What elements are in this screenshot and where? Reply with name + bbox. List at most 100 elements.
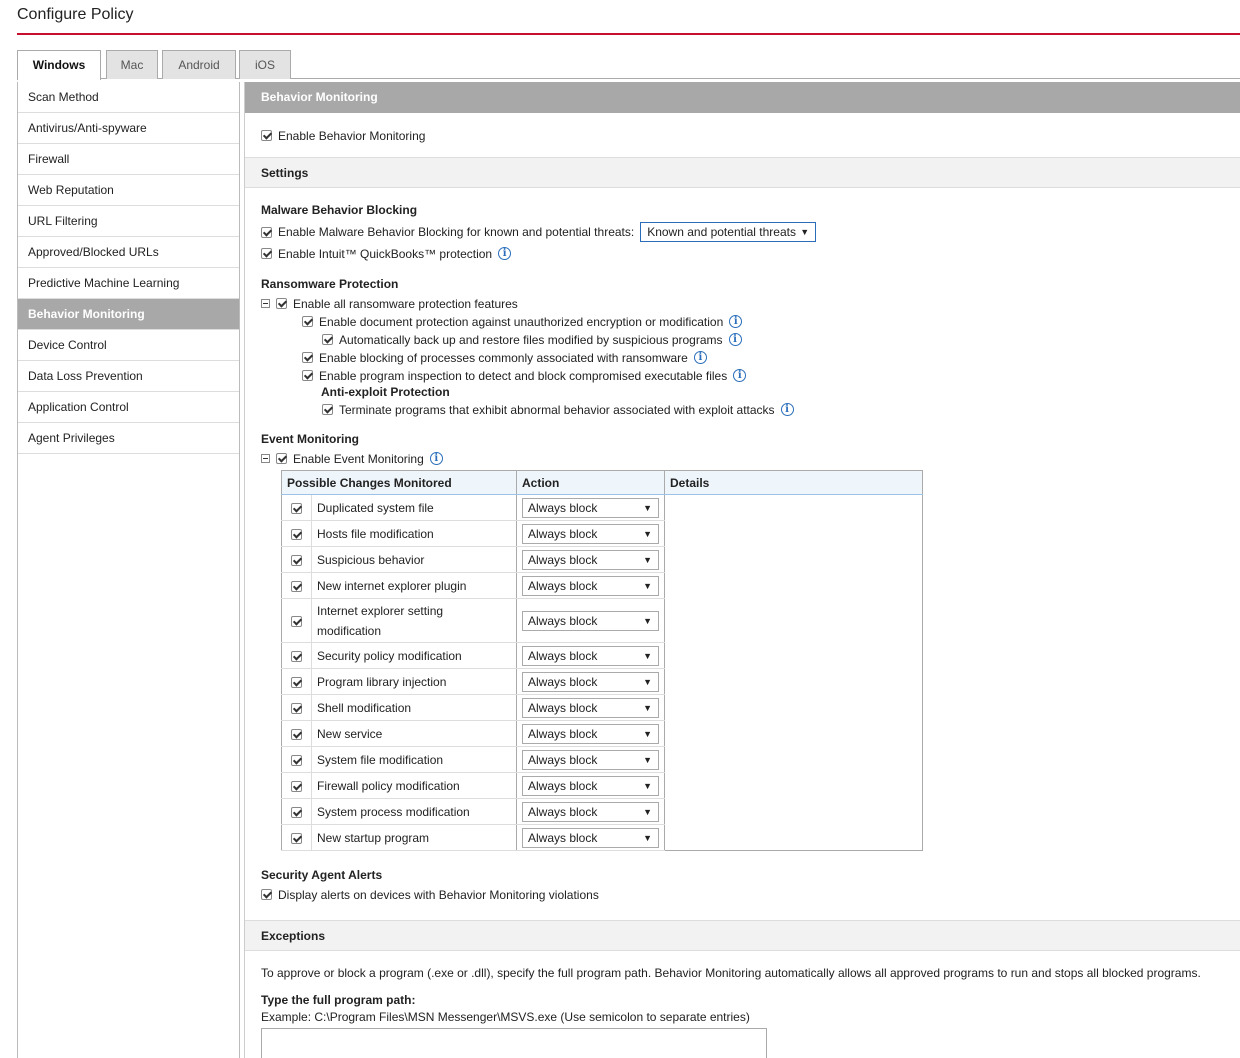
info-icon[interactable]: i [498,247,512,261]
chevron-down-icon: ▼ [643,754,652,765]
sidebar-item-approved-blocked-urls[interactable]: Approved/Blocked URLs [18,237,239,268]
chevron-down-icon: ▼ [643,728,652,739]
platform-tabs: Windows Mac Android iOS [17,50,1240,80]
sidebar-item-agent-privileges[interactable]: Agent Privileges [18,423,239,454]
sidebar-item-url-filtering[interactable]: URL Filtering [18,206,239,237]
action-select[interactable]: Always block ▼ [522,671,659,692]
backup-restore-label: Automatically back up and restore files … [339,332,723,347]
info-icon[interactable]: i [693,351,707,365]
sidebar-item-data-loss-prevention[interactable]: Data Loss Prevention [18,361,239,392]
page-title: Configure Policy [17,6,134,23]
row-checkbox[interactable] [291,554,302,566]
malware-blocking-label: Enable Malware Behavior Blocking for kno… [278,225,635,239]
row-checkbox[interactable] [291,650,302,662]
row-checkbox[interactable] [291,754,302,766]
chevron-down-icon: ▼ [643,580,652,591]
action-select[interactable]: Always block ▼ [522,610,659,631]
action-select-value: Always block [528,526,598,541]
row-checkbox[interactable] [291,780,302,792]
row-checkbox[interactable] [291,702,302,714]
event-monitoring-title: Event Monitoring [261,432,359,446]
ransomware-title: Ransomware Protection [261,277,399,291]
sidebar-item-web-reputation[interactable]: Web Reputation [18,175,239,206]
sidebar-item-predictive-ml[interactable]: Predictive Machine Learning [18,268,239,299]
chevron-down-icon: ▼ [643,702,652,713]
sidebar-item-device-control[interactable]: Device Control [18,330,239,361]
column-header-action: Action [516,470,665,495]
action-select[interactable]: Always block ▼ [522,697,659,718]
quickbooks-checkbox[interactable] [261,248,272,260]
malware-blocking-checkbox[interactable] [261,226,272,238]
enable-behavior-monitoring-label: Enable Behavior Monitoring [278,128,426,143]
row-checkbox[interactable] [291,728,302,740]
block-processes-label: Enable blocking of processes commonly as… [319,350,688,365]
program-inspection-checkbox[interactable] [302,370,313,382]
sidebar-item-antivirus[interactable]: Antivirus/Anti-spyware [18,113,239,144]
row-checkbox[interactable] [291,502,302,514]
action-select-value: Always block [528,804,598,819]
settings-header: Settings [245,157,1240,188]
action-select-value: Always block [528,613,598,628]
action-select[interactable]: Always block ▼ [522,497,659,518]
sidebar-item-application-control[interactable]: Application Control [18,392,239,423]
path-label: Type the full program path: [261,993,416,1007]
sidebar-item-behavior-monitoring[interactable]: Behavior Monitoring [18,299,239,330]
action-select[interactable]: Always block ▼ [522,723,659,744]
row-checkbox[interactable] [291,676,302,688]
info-icon[interactable]: i [780,403,794,417]
column-header-details: Details [664,470,923,495]
info-icon[interactable]: i [728,333,742,347]
action-select[interactable]: Always block ▼ [522,645,659,666]
chevron-down-icon: ▼ [643,528,652,539]
info-icon[interactable]: i [733,369,747,383]
row-checkbox[interactable] [291,615,302,627]
malware-blocking-title: Malware Behavior Blocking [261,203,418,217]
action-select-value: Always block [528,674,598,689]
sidebar-item-firewall[interactable]: Firewall [18,144,239,175]
chevron-down-icon: ▼ [643,806,652,817]
doc-protection-checkbox[interactable] [302,316,313,328]
row-checkbox[interactable] [291,528,302,540]
row-checkbox[interactable] [291,580,302,592]
block-processes-checkbox[interactable] [302,352,313,364]
enable-behavior-monitoring-checkbox[interactable] [261,130,272,142]
tab-mac[interactable]: Mac [106,50,158,79]
sidebar-nav: Scan Method Antivirus/Anti-spyware Firew… [17,82,240,1058]
ransomware-all-checkbox[interactable] [276,298,287,310]
chevron-down-icon: ▼ [643,554,652,565]
terminate-programs-label: Terminate programs that exhibit abnormal… [339,402,775,417]
chevron-down-icon: ▼ [643,502,652,513]
row-checkbox[interactable] [291,806,302,818]
alerts-title: Security Agent Alerts [261,868,383,882]
action-select[interactable]: Always block ▼ [522,775,659,796]
info-icon[interactable]: i [429,452,443,466]
backup-restore-checkbox[interactable] [322,334,333,346]
tab-ios[interactable]: iOS [239,50,291,79]
row-checkbox[interactable] [291,832,302,844]
action-select[interactable]: Always block ▼ [522,801,659,822]
action-select[interactable]: Always block ▼ [522,827,659,848]
action-select[interactable]: Always block ▼ [522,575,659,596]
table-row: Duplicated system file Always block ▼ [281,494,923,521]
terminate-programs-checkbox[interactable] [322,404,333,416]
collapse-icon[interactable] [261,454,270,464]
sidebar-item-scan-method[interactable]: Scan Method [18,82,239,113]
tab-android[interactable]: Android [162,50,236,79]
chevron-down-icon: ▼ [800,227,810,237]
action-select-value: Always block [528,778,598,793]
event-monitoring-label: Enable Event Monitoring [293,451,424,466]
action-select[interactable]: Always block ▼ [522,549,659,570]
program-path-input[interactable] [261,1028,767,1058]
tab-windows[interactable]: Windows [17,50,101,80]
collapse-icon[interactable] [261,299,270,309]
info-icon[interactable]: i [729,315,743,329]
display-alerts-checkbox[interactable] [261,889,272,901]
action-select[interactable]: Always block ▼ [522,749,659,770]
change-name: System process modification [311,798,517,825]
action-select[interactable]: Always block ▼ [522,523,659,544]
threat-level-select[interactable]: Known and potential threats ▼ [640,222,817,242]
event-monitoring-table: Possible Changes Monitored Action Detail… [281,470,923,851]
change-name: New internet explorer plugin [311,572,517,599]
change-name: Suspicious behavior [311,546,517,573]
event-monitoring-checkbox[interactable] [276,453,287,465]
